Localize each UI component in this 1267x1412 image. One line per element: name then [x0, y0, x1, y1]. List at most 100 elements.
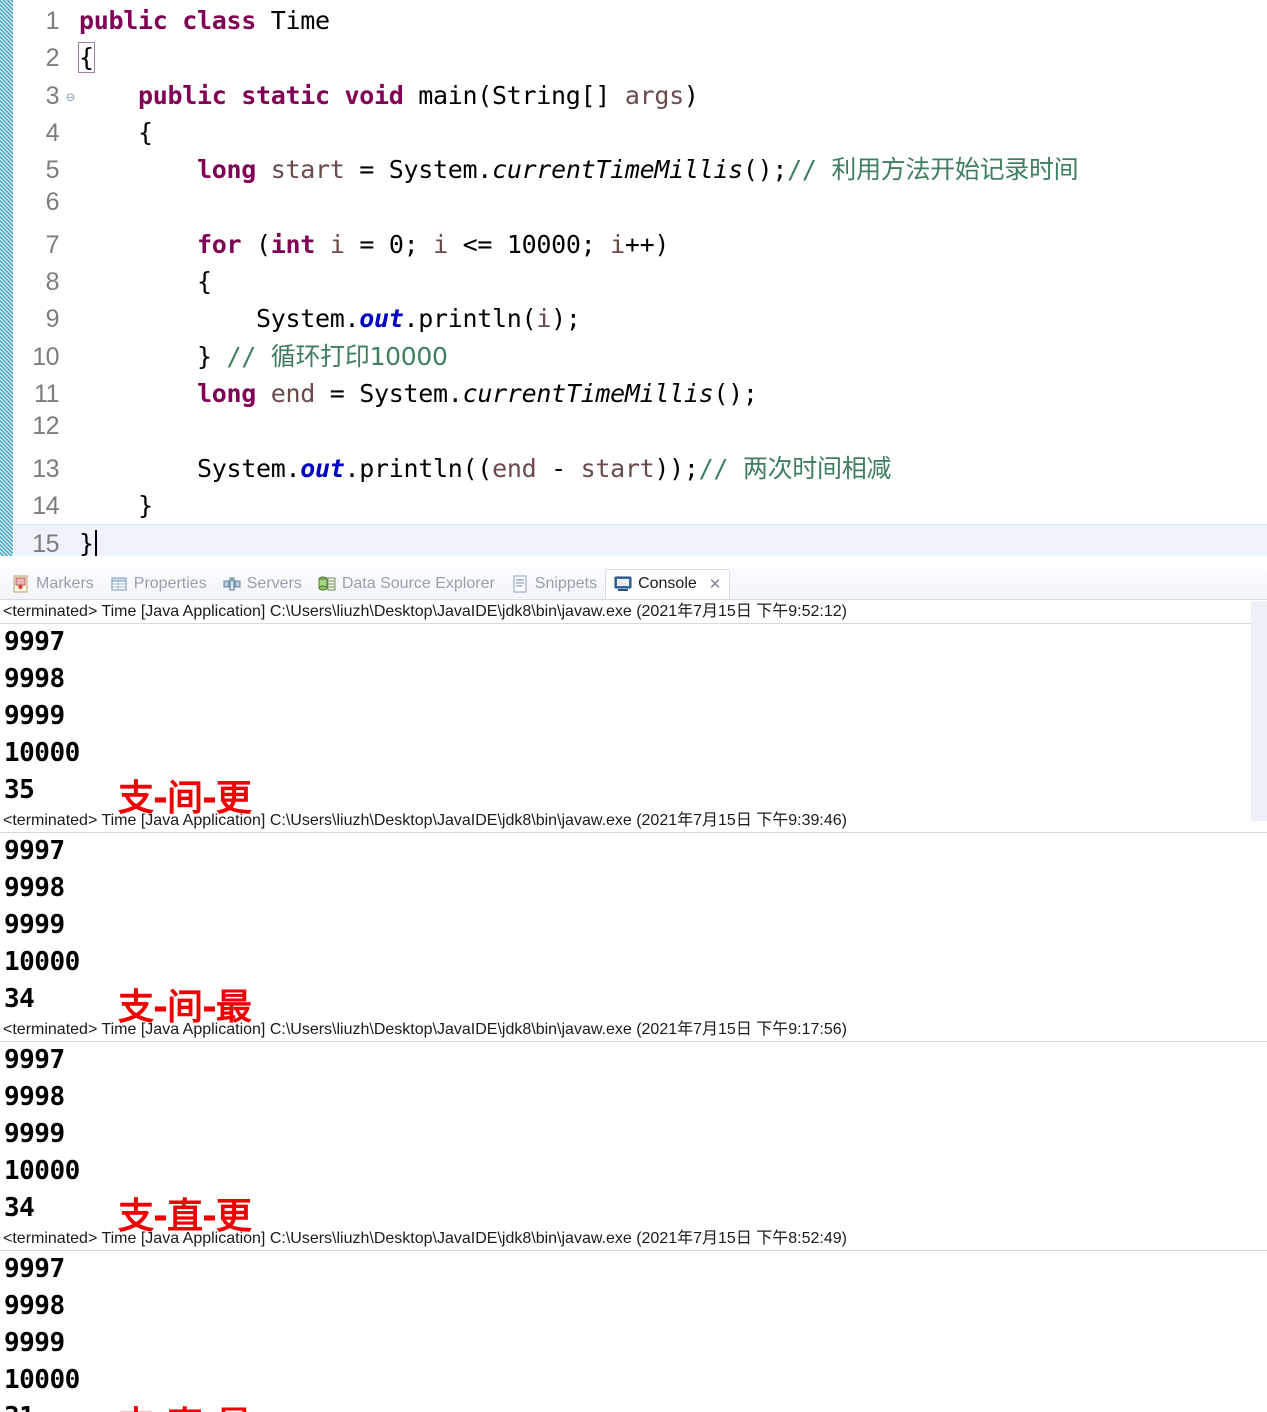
red-annotation-label: 支-间-更 [118, 778, 252, 819]
code-token: <= 10000; [447, 229, 611, 259]
code-line[interactable]: 15} [14, 524, 1267, 556]
close-icon[interactable]: ✕ [709, 575, 722, 593]
line-number: 12 [32, 412, 59, 441]
change-marker-bar [0, 0, 14, 556]
line-number: 2 [45, 44, 60, 73]
code-line[interactable]: 10 } // 循环打印10000 [14, 338, 1267, 375]
line-number: 14 [32, 491, 59, 520]
code-token: public [79, 6, 183, 35]
console-output-line: 9999 [4, 910, 65, 940]
console-output-line: 9998 [4, 1291, 65, 1321]
code-line[interactable]: 7 for (int i = 0; i <= 10000; i++) [14, 226, 1267, 263]
tab-data-source-explorer[interactable]: Data Source Explorer [310, 569, 503, 599]
tab-label: Console [638, 575, 697, 592]
code-line[interactable]: 3 ⊖ public static void main(String[] args… [14, 77, 1267, 114]
code-token: args [624, 80, 684, 110]
code-line[interactable]: 8 { [14, 263, 1267, 300]
code-token: currentTimeMillis [492, 155, 743, 185]
code-line[interactable]: 9 System.out.println(i); [14, 300, 1267, 337]
code-line[interactable]: 2{ [14, 39, 1267, 76]
code-line[interactable]: 12 [14, 412, 1267, 449]
console-process-header: <terminated> Time [Java Application] C:\… [0, 600, 1267, 624]
code-line-text: long start = System.currentTimeMillis();… [79, 151, 1079, 188]
code-text-area[interactable]: 1 public class Time 2{3 ⊖ public static voi… [14, 0, 1267, 556]
tab-servers[interactable]: Servers [215, 569, 310, 599]
console-output-line: 9998 [4, 664, 65, 694]
console-output-area[interactable]: <terminated> Time [Java Application] C:\… [0, 600, 1267, 1412]
code-token: (); [742, 155, 788, 185]
console-output-block: 9997 9998 9999 10000 34 支-间-最 [0, 833, 1267, 1028]
code-line[interactable]: 13 System.out.println((end - start));// … [14, 450, 1267, 487]
line-number: 11 [34, 379, 59, 408]
view-splitter[interactable] [0, 556, 1267, 568]
code-token: i [610, 229, 625, 259]
code-token: System. [79, 453, 301, 483]
code-token: .println( [403, 304, 537, 334]
code-token: i [329, 229, 345, 259]
line-number: 8 [45, 268, 60, 297]
tab-markers[interactable]: Markers [4, 569, 102, 599]
code-token: int [270, 229, 330, 259]
console-output-block: 9997999899991000031支-直-最 [0, 1251, 1267, 1412]
code-token: // [787, 155, 832, 185]
console-icon [614, 575, 632, 593]
console-output-line: 10000 [4, 1156, 80, 1186]
console-output-line: 9997 [4, 1045, 65, 1075]
markers-icon [12, 575, 30, 593]
console-output-line: 9997 [4, 627, 65, 657]
view-tab-bar[interactable]: Markers Properties Servers Data Source Expl… [0, 568, 1267, 600]
text-caret [94, 530, 97, 556]
console-output-line: 9999 [4, 701, 65, 731]
code-line[interactable]: 1 public class Time [14, 2, 1267, 39]
code-line-text: public static void main(String[] args) [79, 77, 699, 114]
tab-properties[interactable]: Properties [102, 569, 215, 599]
code-token: end [270, 378, 316, 408]
console-output-line: 9998 [4, 873, 65, 903]
code-token: long [197, 378, 271, 408]
code-line-text: { [79, 114, 153, 151]
red-annotation-label: 支-直-更 [118, 1196, 252, 1237]
console-output-line: 9998 [4, 1082, 65, 1112]
line-number: 13 [32, 454, 59, 483]
tab-label: Servers [246, 574, 302, 592]
code-token: public static void [138, 80, 419, 110]
code-token: )); [654, 453, 699, 483]
tab-snippets[interactable]: Snippets [503, 569, 605, 599]
tab-console[interactable]: Console ✕ [605, 569, 731, 599]
code-line-text: } // 循环打印10000 [79, 338, 448, 375]
code-line[interactable]: 4 { [14, 114, 1267, 151]
tab-label: Data Source Explorer [341, 574, 495, 592]
code-line[interactable]: 5 long start = System.currentTimeMillis(… [14, 151, 1267, 188]
line-number: 1 [45, 7, 60, 35]
code-token: main(String[] [418, 80, 625, 110]
code-token: 利用方法开始记录时间 [831, 155, 1079, 185]
code-token: ++) [624, 229, 670, 259]
datasource-icon [318, 575, 336, 593]
tab-label: Properties [133, 574, 207, 592]
properties-icon [110, 575, 128, 593]
code-token: currentTimeMillis [462, 378, 714, 408]
code-token: 两次时间相减 [742, 453, 892, 483]
code-token: ( [256, 229, 271, 259]
code-line-text: System.out.println((end - start));// 两次时… [79, 450, 891, 487]
line-number: 6 [45, 188, 60, 217]
code-token: end [492, 453, 537, 483]
fold-collapse-icon[interactable]: ⊖ [62, 88, 79, 106]
line-number: 5 [45, 156, 60, 185]
code-token: out [359, 304, 404, 334]
code-editor[interactable]: 1 public class Time 2{3 ⊖ public static voi… [0, 0, 1267, 556]
line-number: 10 [32, 342, 59, 371]
code-line[interactable]: 6 [14, 188, 1267, 225]
code-token: // [698, 453, 743, 483]
code-token: { [79, 117, 153, 147]
code-token: out [300, 453, 345, 483]
code-line[interactable]: 14 } [14, 487, 1267, 524]
console-output-line: 10000 [4, 947, 80, 977]
code-line-text: for (int i = 0; i <= 10000; i++) [79, 226, 669, 263]
console-output-line: 9997 [4, 1254, 65, 1284]
line-number: 15 [32, 530, 59, 556]
tab-label: Markers [36, 574, 94, 592]
code-line[interactable]: 11 long end = System.currentTimeMillis()… [14, 375, 1267, 412]
